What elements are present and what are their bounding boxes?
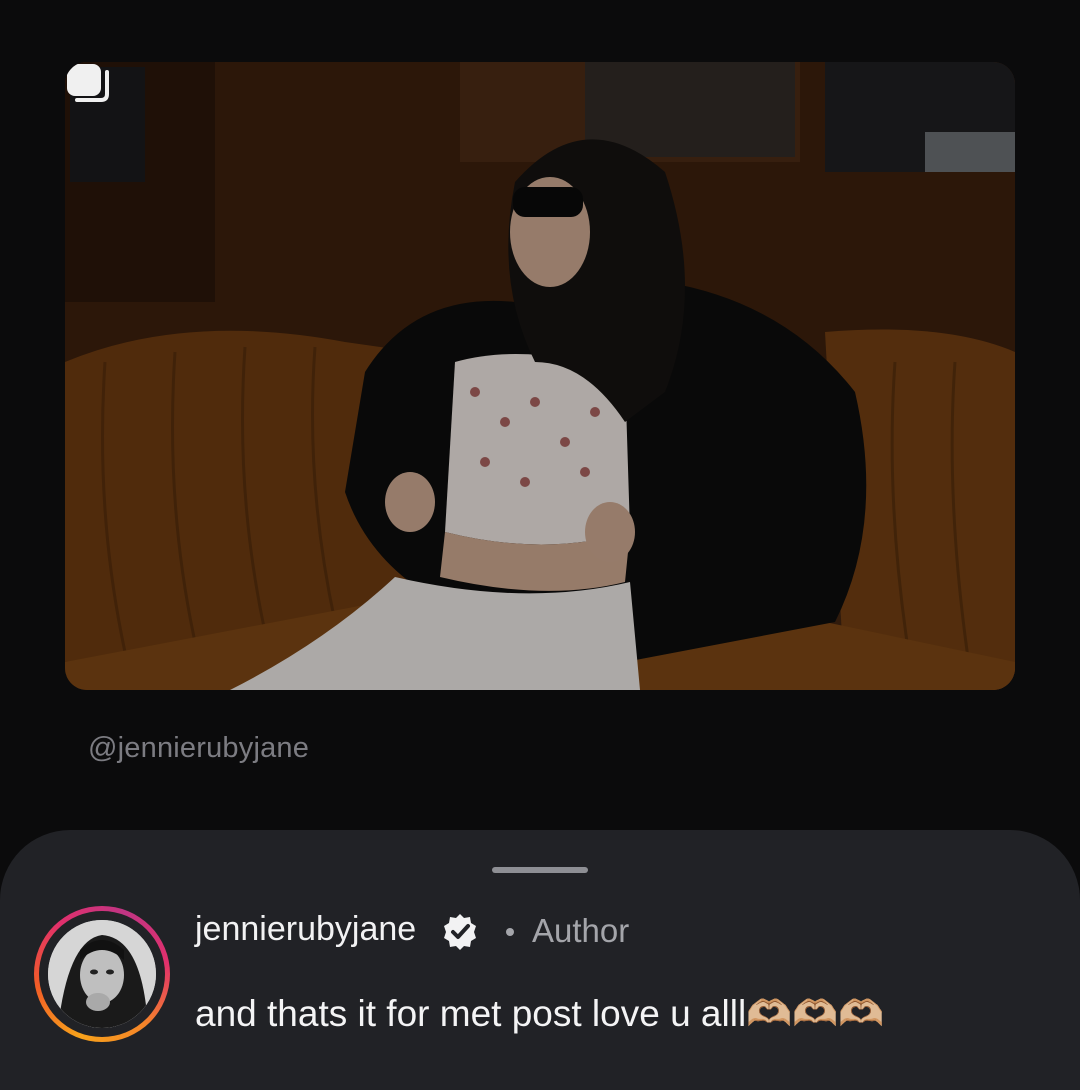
post-handle[interactable]: @jennierubyjane xyxy=(88,732,309,765)
photo-illustration xyxy=(65,62,1015,690)
comment-username[interactable]: jennierubyjane xyxy=(195,910,416,949)
separator-dot xyxy=(506,928,514,936)
avatar-photo xyxy=(48,920,156,1028)
avatar[interactable] xyxy=(34,906,170,1042)
post-photo[interactable] xyxy=(65,62,1015,690)
post-area: @jennierubyjane xyxy=(0,0,1080,830)
author-label: Author xyxy=(532,912,630,949)
verified-badge-icon xyxy=(444,914,476,950)
sheet-drag-handle[interactable] xyxy=(492,867,588,873)
comment-text: and thats it for met post love u alll🫶🏼🫶… xyxy=(195,993,885,1034)
multiple-posts-icon xyxy=(67,64,109,102)
comment-sheet: jennierubyjane Author and thats it for m… xyxy=(0,830,1080,1090)
